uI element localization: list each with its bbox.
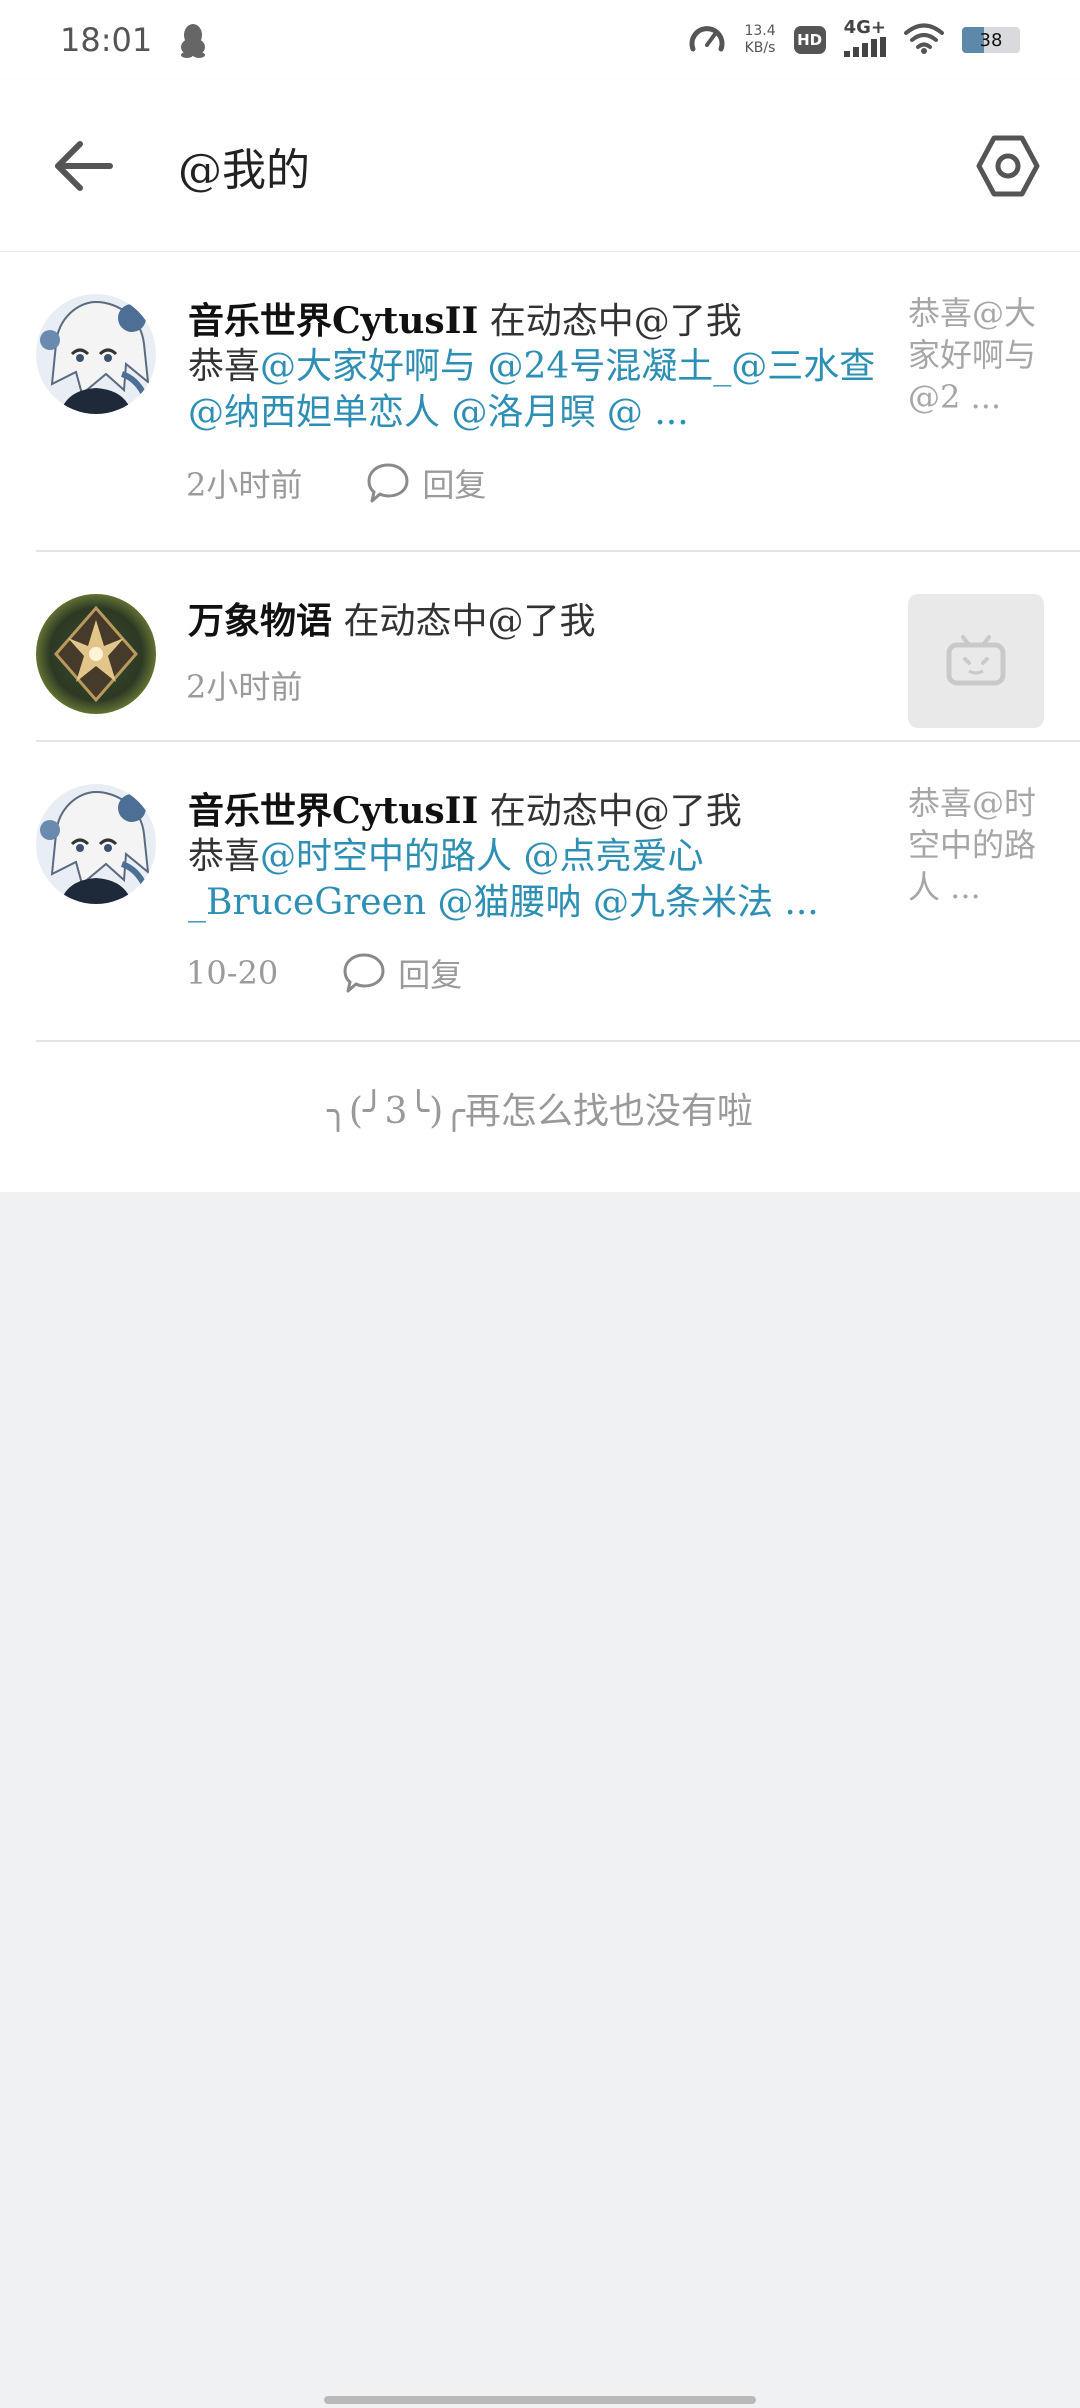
avatar[interactable] xyxy=(36,594,156,714)
reply-button[interactable]: 回复 xyxy=(366,460,486,506)
mention-meta: 2小时前 xyxy=(186,662,302,708)
comment-icon xyxy=(343,953,385,993)
action-text: 在动态中@了我 xyxy=(332,601,596,642)
hd-icon: HD xyxy=(793,26,826,54)
bilibili-tv-icon xyxy=(946,635,1006,686)
status-icons: 13.4 KB/s HD 4G+ 38 xyxy=(688,19,1020,61)
action-text: 在动态中@了我 xyxy=(478,791,742,832)
signal-icon xyxy=(843,37,886,61)
wifi-icon xyxy=(904,22,944,58)
avatar[interactable] xyxy=(36,784,156,904)
mention-body[interactable]: 恭喜@时空中的路人 @点亮爱心_BruceGreen @猫腰呐 @九条米法 ..… xyxy=(188,834,888,926)
page-title: @我的 xyxy=(178,145,310,196)
mention-meta: 10-20 回复 xyxy=(186,950,462,996)
screen: 18:01 13.4 KB/s HD 4G+ 38 @我的 音乐世界CytusI… xyxy=(0,0,1080,2408)
mention-meta: 2小时前 回复 xyxy=(186,460,486,506)
username[interactable]: 音乐世界CytusII xyxy=(188,300,478,342)
mention-body[interactable]: 恭喜@大家好啊与 @24号混凝土_@三水查 @纳西妲单恋人 @洛月暝 @ ... xyxy=(188,344,888,436)
mention-heading: 万象物语 在动态中@了我 xyxy=(188,592,595,644)
battery-level: 38 xyxy=(979,29,1003,51)
timestamp: 10-20 xyxy=(186,954,279,992)
username[interactable]: 音乐世界CytusII xyxy=(188,790,478,832)
action-text: 在动态中@了我 xyxy=(478,301,742,342)
status-bar: 18:01 13.4 KB/s HD 4G+ 38 xyxy=(0,0,1080,80)
hexagon-gear-icon xyxy=(976,135,1040,197)
mention-heading: 音乐世界CytusII 在动态中@了我 xyxy=(188,292,742,344)
net-speed: 13.4 KB/s xyxy=(744,23,775,57)
qq-penguin-icon xyxy=(178,22,208,58)
body-prefix: 恭喜 xyxy=(188,836,261,877)
timestamp: 2小时前 xyxy=(186,668,303,706)
net-speed-unit: KB/s xyxy=(744,40,776,56)
signal-indicator: 4G+ xyxy=(843,17,886,61)
end-of-list-message: ╮(╯3╰)╭再怎么找也没有啦 xyxy=(327,1091,753,1132)
settings-button[interactable] xyxy=(974,132,1042,200)
post-preview-thumbnail[interactable] xyxy=(908,594,1044,728)
body-prefix: 恭喜 xyxy=(188,346,261,387)
speedometer-icon xyxy=(688,21,726,59)
mention-links[interactable]: @时空中的路人 @点亮爱心_BruceGreen @猫腰呐 @九条米法 ... xyxy=(188,836,819,923)
reply-button[interactable]: 回复 xyxy=(342,950,462,996)
mention-item[interactable]: 万象物语 在动态中@了我 2小时前 xyxy=(36,552,1080,742)
mention-item[interactable]: 音乐世界CytusII 在动态中@了我 恭喜@时空中的路人 @点亮爱心_Bruc… xyxy=(36,742,1080,1042)
comment-icon xyxy=(367,463,409,503)
reply-label: 回复 xyxy=(422,466,487,504)
net-speed-value: 13.4 xyxy=(744,23,776,39)
network-type-label: 4G+ xyxy=(843,17,886,38)
avatar[interactable] xyxy=(36,294,156,414)
arrow-left-icon xyxy=(55,141,113,191)
home-indicator[interactable] xyxy=(324,2396,756,2404)
mention-heading: 音乐世界CytusII 在动态中@了我 xyxy=(188,782,742,834)
username[interactable]: 万象物语 xyxy=(188,600,332,642)
post-preview[interactable]: 恭喜@时空中的路人 ... xyxy=(908,782,1048,908)
mention-item[interactable]: 音乐世界CytusII 在动态中@了我 恭喜@大家好啊与 @24号混凝土_@三水… xyxy=(36,252,1080,552)
timestamp: 2小时前 xyxy=(186,466,303,504)
reply-label: 回复 xyxy=(398,956,463,994)
battery-icon: 38 xyxy=(962,27,1020,53)
back-button[interactable] xyxy=(52,138,116,194)
app-header: @我的 xyxy=(0,80,1080,252)
post-preview[interactable]: 恭喜@大家好啊与 @2 ... xyxy=(908,292,1048,418)
status-time: 18:01 xyxy=(60,21,153,59)
mention-list: 音乐世界CytusII 在动态中@了我 恭喜@大家好啊与 @24号混凝土_@三水… xyxy=(0,252,1080,1192)
mention-links[interactable]: @大家好啊与 @24号混凝土_@三水查 @纳西妲单恋人 @洛月暝 @ ... xyxy=(188,346,875,433)
